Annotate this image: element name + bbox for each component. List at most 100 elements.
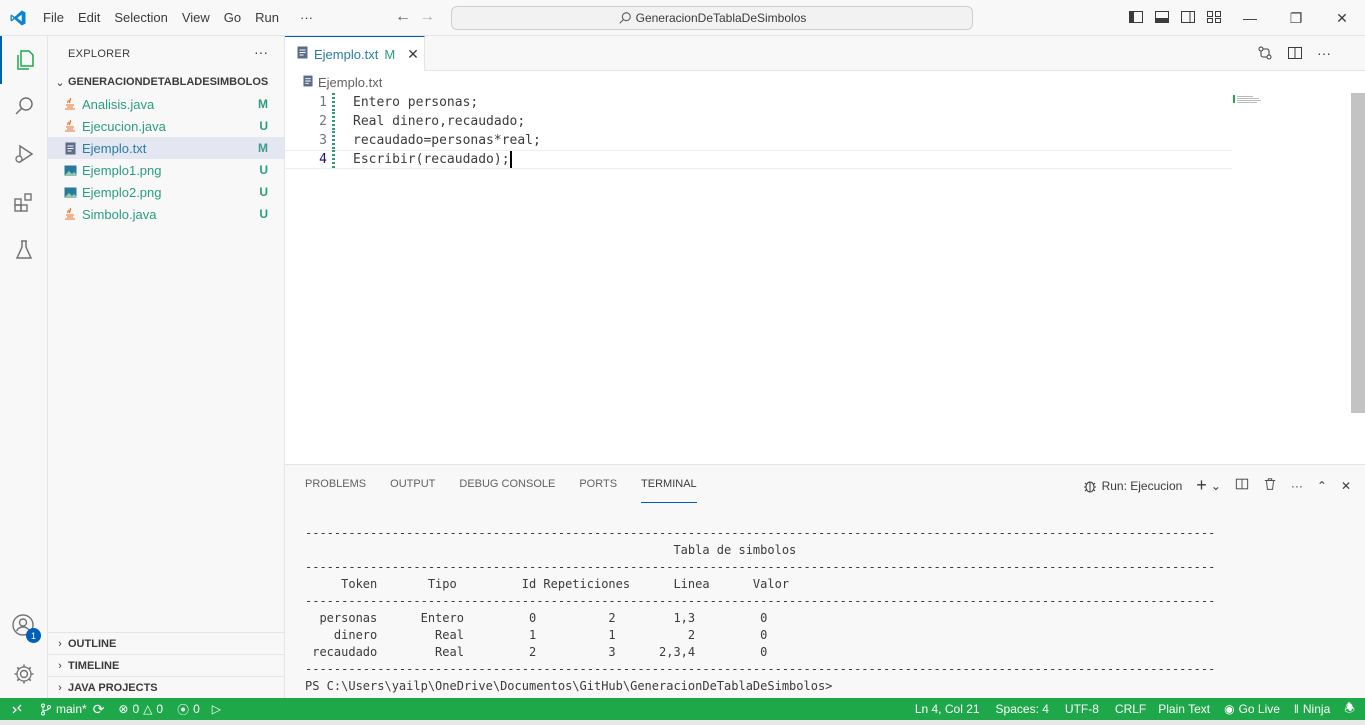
menu-selection[interactable]: Selection bbox=[107, 10, 174, 25]
gutter-modified-indicator bbox=[332, 131, 335, 150]
sync-icon[interactable]: ⟳ bbox=[93, 701, 105, 718]
explorer-icon[interactable] bbox=[0, 36, 48, 84]
close-panel-icon[interactable]: ✕ bbox=[1341, 479, 1351, 493]
ninja-status[interactable]: ‖ Ninja bbox=[1294, 702, 1330, 716]
chevron-down-icon: ⌄ bbox=[55, 76, 65, 89]
bottom-panel: PROBLEMS OUTPUT DEBUG CONSOLE PORTS TERM… bbox=[285, 464, 1365, 698]
editor-area: Ejemplo.txt M ✕ ··· Ejemplo.txt 1 Entero … bbox=[285, 36, 1365, 464]
go-live-button[interactable]: ◉ Go Live bbox=[1224, 702, 1280, 716]
file-item-analisis[interactable]: Analisis.java M bbox=[48, 93, 284, 115]
split-terminal-icon[interactable] bbox=[1235, 477, 1249, 494]
sidebar-sections: › OUTLINE › TIMELINE › JAVA PROJECTS bbox=[48, 632, 285, 698]
extensions-icon[interactable] bbox=[0, 178, 48, 226]
more-actions-icon[interactable]: ··· bbox=[1291, 479, 1303, 493]
terminal-selector[interactable]: Run: Ejecucion bbox=[1082, 478, 1182, 494]
toggle-primary-sidebar-icon[interactable] bbox=[1128, 9, 1144, 25]
terminal-line: ----------------------------------------… bbox=[305, 662, 1216, 676]
menu-more[interactable]: ··· bbox=[286, 10, 320, 25]
menu-run[interactable]: Run bbox=[248, 10, 286, 25]
menu-edit[interactable]: Edit bbox=[71, 10, 107, 25]
git-branch[interactable]: main* bbox=[40, 702, 87, 716]
run-and-debug-icon[interactable] bbox=[0, 130, 48, 178]
editor-scrollbar[interactable] bbox=[1351, 93, 1365, 413]
back-arrow-icon[interactable]: ← bbox=[395, 8, 411, 26]
menu-view[interactable]: View bbox=[175, 10, 217, 25]
tab-output[interactable]: OUTPUT bbox=[390, 465, 435, 503]
menu-file[interactable]: File bbox=[36, 10, 71, 25]
problems-indicator[interactable]: ⊗ 0 △ 0 bbox=[118, 702, 163, 716]
explorer-more-actions-icon[interactable]: ··· bbox=[254, 44, 268, 60]
section-label: OUTLINE bbox=[68, 637, 117, 650]
line-text: recaudado=personas*real; bbox=[353, 133, 541, 148]
git-status-badge: U bbox=[259, 119, 268, 133]
notifications-bell-icon[interactable]: 🕭 bbox=[1344, 699, 1355, 720]
warning-count: 0 bbox=[156, 702, 164, 716]
terminal-line: Token Tipo Id Repeticiones Linea Valor bbox=[305, 577, 790, 591]
tab-debug-console[interactable]: DEBUG CONSOLE bbox=[459, 465, 555, 503]
end-of-line[interactable]: CRLF bbox=[1115, 702, 1146, 716]
encoding[interactable]: UTF-8 bbox=[1065, 702, 1099, 716]
more-actions-icon[interactable]: ··· bbox=[1317, 45, 1331, 64]
breadcrumb-file[interactable]: Ejemplo.txt bbox=[318, 75, 382, 90]
forward-arrow-icon[interactable]: → bbox=[419, 8, 435, 26]
git-status-badge: M bbox=[258, 141, 268, 155]
menu-go[interactable]: Go bbox=[217, 10, 248, 25]
open-changes-icon[interactable] bbox=[1257, 45, 1273, 64]
code-line-current: 4 Escribir(recaudado); bbox=[285, 150, 1232, 169]
code-line: 1 Entero personas; bbox=[285, 93, 1365, 112]
workspace-folder[interactable]: ⌄ GENERACIONDETABLADESIMBOLOS bbox=[48, 71, 284, 93]
tab-problems[interactable]: PROBLEMS bbox=[305, 465, 366, 503]
ports-indicator[interactable]: ⦿ 0 bbox=[177, 701, 200, 718]
maximize-panel-icon[interactable]: ⌃ bbox=[1317, 479, 1327, 493]
file-item-ejemplo2-png[interactable]: Ejemplo2.png U bbox=[48, 181, 284, 203]
activity-bar: 1 bbox=[0, 36, 48, 698]
toggle-secondary-sidebar-icon[interactable] bbox=[1180, 9, 1196, 25]
tab-terminal[interactable]: TERMINAL bbox=[641, 465, 697, 503]
tab-ports[interactable]: PORTS bbox=[579, 465, 617, 503]
indentation[interactable]: Spaces: 4 bbox=[996, 702, 1049, 716]
minimize-icon[interactable]: — bbox=[1227, 0, 1273, 36]
search-icon[interactable] bbox=[0, 82, 48, 130]
gutter-modified-indicator bbox=[332, 150, 335, 169]
image-icon bbox=[62, 162, 78, 178]
tab-ejemplo-txt[interactable]: Ejemplo.txt M ✕ bbox=[285, 36, 425, 71]
java-icon bbox=[62, 96, 78, 112]
command-center-search[interactable]: GeneracionDeTablaDeSimbolos bbox=[451, 6, 973, 30]
minimap[interactable] bbox=[1233, 93, 1263, 103]
code-editor[interactable]: 1 Entero personas; 2 Real dinero,recaudado… bbox=[285, 93, 1365, 169]
new-terminal-icon[interactable]: + bbox=[1196, 475, 1207, 496]
breadcrumb: Ejemplo.txt bbox=[285, 71, 1365, 93]
trash-icon[interactable] bbox=[1263, 477, 1277, 494]
chevron-right-icon: › bbox=[58, 681, 62, 694]
section-outline[interactable]: › OUTLINE bbox=[48, 632, 285, 654]
file-item-ejemplo1-png[interactable]: Ejemplo1.png U bbox=[48, 159, 284, 181]
customize-layout-icon[interactable] bbox=[1206, 9, 1222, 25]
section-java-projects[interactable]: › JAVA PROJECTS bbox=[48, 676, 285, 698]
restore-icon[interactable]: ❐ bbox=[1273, 0, 1319, 36]
terminal-output[interactable]: ----------------------------------------… bbox=[305, 525, 1215, 695]
manage-gear-icon[interactable] bbox=[0, 650, 48, 698]
run-debug-status-icon[interactable]: ▷ bbox=[212, 702, 221, 716]
line-number: 2 bbox=[319, 114, 327, 129]
accounts-icon[interactable]: 1 bbox=[0, 602, 48, 650]
section-timeline[interactable]: › TIMELINE bbox=[48, 654, 285, 676]
terminal-prompt: PS C:\Users\yailp\OneDrive\Documentos\Gi… bbox=[305, 679, 833, 693]
close-tab-icon[interactable]: ✕ bbox=[407, 46, 419, 63]
close-window-icon[interactable]: ✕ bbox=[1319, 0, 1365, 36]
chevron-down-icon[interactable]: ⌄ bbox=[1211, 479, 1221, 493]
testing-flask-icon[interactable] bbox=[0, 226, 48, 274]
file-item-ejemplo-txt[interactable]: Ejemplo.txt M bbox=[48, 137, 284, 159]
branch-icon bbox=[41, 703, 51, 715]
file-item-ejecucion[interactable]: Ejecucion.java U bbox=[48, 115, 284, 137]
vscode-logo-icon bbox=[0, 0, 36, 36]
file-item-simbolo[interactable]: Simbolo.java U bbox=[48, 203, 284, 225]
split-editor-icon[interactable] bbox=[1287, 45, 1303, 64]
file-name: Ejemplo1.png bbox=[82, 162, 162, 178]
remote-indicator-icon[interactable] bbox=[0, 698, 34, 720]
image-icon bbox=[62, 184, 78, 200]
cursor-position[interactable]: Ln 4, Col 21 bbox=[915, 702, 980, 716]
explorer-title: EXPLORER bbox=[68, 47, 131, 60]
toggle-panel-icon[interactable] bbox=[1154, 9, 1170, 25]
language-mode[interactable]: Plain Text bbox=[1158, 702, 1210, 716]
broadcast-icon: ◉ bbox=[1224, 702, 1235, 716]
